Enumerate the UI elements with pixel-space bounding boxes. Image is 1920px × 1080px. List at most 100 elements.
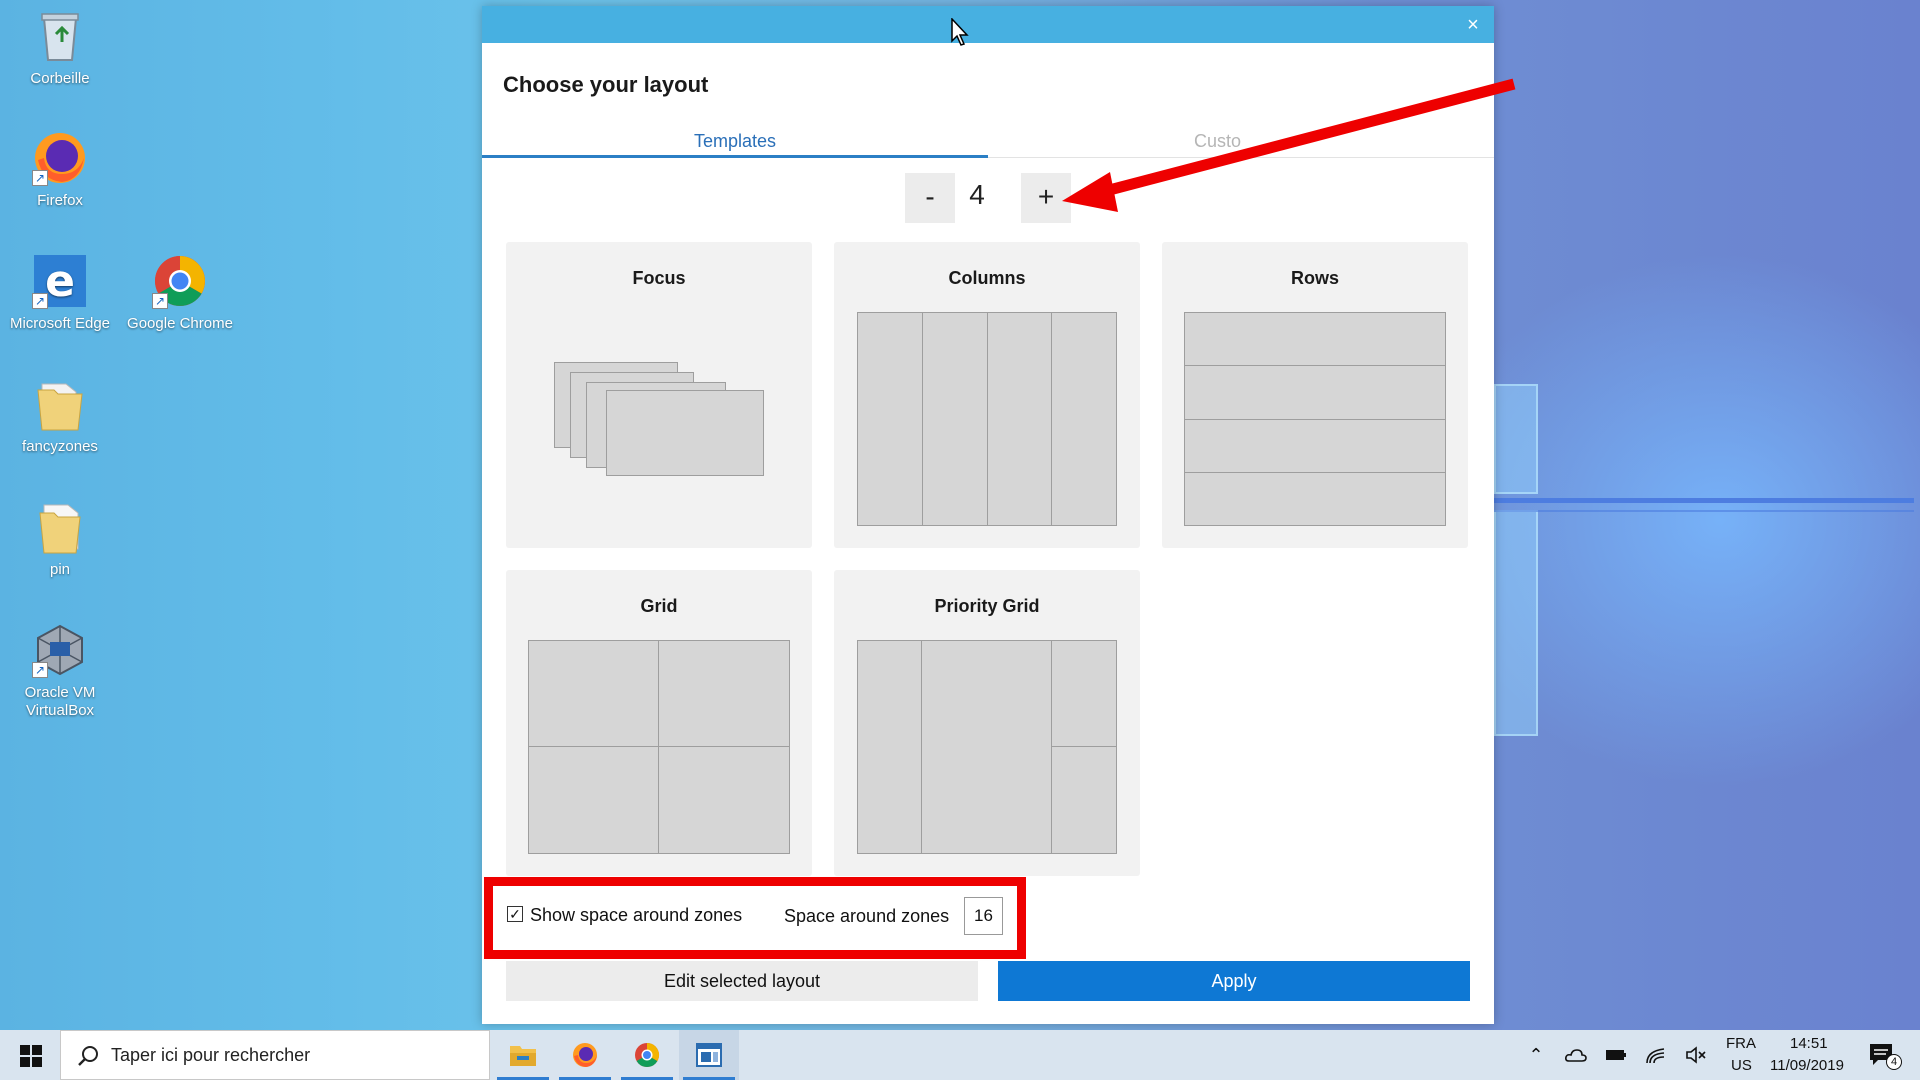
priority-grid-zone xyxy=(922,641,1052,853)
windows-logo-pane xyxy=(1494,510,1538,736)
clock-date[interactable]: 11/09/2019 xyxy=(1770,1057,1844,1074)
taskbar-app-fancyzones-editor[interactable] xyxy=(679,1030,739,1080)
windows-start-icon xyxy=(20,1045,42,1067)
priority-grid-zone xyxy=(1052,747,1116,853)
desktop-icon-label: fancyzones xyxy=(22,438,98,455)
desktop-icon-label: Corbeille xyxy=(30,70,90,87)
virtualbox-icon: ↗ xyxy=(32,622,88,678)
edge-icon: e ↗ xyxy=(32,253,88,309)
template-card-columns[interactable]: Columns xyxy=(834,242,1140,548)
template-card-focus[interactable]: Focus xyxy=(506,242,812,548)
show-space-checkbox[interactable]: ✓ xyxy=(507,906,523,922)
priority-grid-zone xyxy=(1052,641,1116,747)
onedrive-icon[interactable] xyxy=(1564,1043,1588,1067)
desktop-icon-label: pin xyxy=(49,561,71,578)
template-title: Priority Grid xyxy=(934,596,1040,616)
row-zone xyxy=(1185,366,1445,420)
taskbar: Taper ici pour rechercher ⌃ FRA US 14:51… xyxy=(0,1030,1920,1080)
priority-grid-preview xyxy=(857,640,1117,854)
action-center-button[interactable]: 4 xyxy=(1866,1040,1906,1072)
rows-preview xyxy=(1184,312,1446,526)
row-zone xyxy=(1185,313,1445,367)
mouse-cursor-icon xyxy=(951,18,969,46)
priority-grid-zone xyxy=(858,641,922,853)
taskbar-app-chrome[interactable] xyxy=(617,1030,677,1080)
chrome-icon: ↗ xyxy=(152,253,208,309)
taskbar-app-firefox[interactable] xyxy=(555,1030,615,1080)
desktop-icon-edge[interactable]: e ↗ Microsoft Edge xyxy=(5,253,115,333)
desktop-icon-label: Microsoft Edge xyxy=(9,315,111,332)
space-around-zones-label: Space around zones xyxy=(784,906,950,926)
zone-count-decrement-button[interactable]: - xyxy=(905,173,955,223)
svg-text:e: e xyxy=(45,256,75,307)
shortcut-arrow-icon: ↗ xyxy=(32,170,48,186)
clock-time[interactable]: 14:51 xyxy=(1790,1035,1828,1052)
grid-zone xyxy=(659,747,789,853)
apply-button[interactable]: Apply xyxy=(998,961,1470,1001)
grid-preview xyxy=(528,640,790,854)
volume-muted-icon[interactable] xyxy=(1684,1043,1708,1067)
windows-logo-beam xyxy=(1494,498,1914,503)
show-hidden-icons-chevron-up-icon[interactable]: ⌃ xyxy=(1524,1043,1548,1067)
column-zone xyxy=(987,313,1053,525)
windows-logo-beam xyxy=(1494,510,1914,512)
windows-logo-pane xyxy=(1494,384,1538,494)
fancyzones-editor-icon xyxy=(696,1043,722,1067)
desktop-icon-label: Google Chrome xyxy=(127,315,233,332)
grid-zone xyxy=(529,641,659,747)
columns-preview xyxy=(857,312,1117,526)
taskbar-app-file-explorer[interactable] xyxy=(493,1030,553,1080)
file-explorer-icon xyxy=(510,1046,536,1066)
column-zone xyxy=(922,313,988,525)
folder-icon xyxy=(32,499,88,555)
row-zone xyxy=(1185,419,1445,473)
template-title: Columns xyxy=(948,268,1026,288)
tab-custom[interactable]: Custo xyxy=(988,124,1494,158)
template-card-rows[interactable]: Rows xyxy=(1162,242,1468,548)
zone-count-value: 4 xyxy=(969,179,985,210)
search-placeholder: Taper ici pour rechercher xyxy=(111,1045,311,1065)
template-title: Grid xyxy=(640,596,678,616)
desktop-icon-pin-folder[interactable]: pin xyxy=(5,499,115,579)
zone-count-increment-button[interactable]: + xyxy=(1021,173,1071,223)
desktop-icon-label: Firefox xyxy=(37,192,83,209)
network-icon[interactable] xyxy=(1644,1043,1668,1067)
dialog-title: Choose your layout xyxy=(503,72,709,97)
dialog-titlebar[interactable] xyxy=(482,6,1494,43)
start-button[interactable] xyxy=(0,1030,60,1080)
recycle-bin-icon xyxy=(32,8,88,64)
battery-icon[interactable] xyxy=(1604,1043,1628,1067)
show-space-label: Show space around zones xyxy=(530,905,743,925)
close-button[interactable]: × xyxy=(1460,12,1486,38)
space-around-zones-input[interactable] xyxy=(964,897,1003,935)
column-zone xyxy=(858,313,923,525)
shortcut-arrow-icon: ↗ xyxy=(32,662,48,678)
focus-zone xyxy=(606,390,764,476)
row-zone xyxy=(1185,472,1445,525)
layout-editor-dialog: × Choose your layout Templates Custo - 4… xyxy=(482,6,1494,1024)
folder-icon xyxy=(32,376,88,432)
desktop-icon-fancyzones-folder[interactable]: fancyzones xyxy=(5,376,115,456)
chrome-icon xyxy=(635,1043,660,1068)
template-card-priority-grid[interactable]: Priority Grid xyxy=(834,570,1140,876)
desktop-icon-firefox[interactable]: ↗ Firefox xyxy=(5,130,115,210)
desktop-icon-label: Oracle VM VirtualBox xyxy=(24,684,96,719)
template-card-grid[interactable]: Grid xyxy=(506,570,812,876)
firefox-icon xyxy=(573,1043,597,1067)
desktop-icon-chrome[interactable]: ↗ Google Chrome xyxy=(125,253,235,333)
search-icon xyxy=(78,1046,98,1066)
shortcut-arrow-icon: ↗ xyxy=(152,293,168,309)
template-title: Focus xyxy=(632,268,686,288)
grid-zone xyxy=(529,747,659,853)
desktop-icon-virtualbox[interactable]: ↗ Oracle VM VirtualBox xyxy=(5,622,115,720)
taskbar-search-box[interactable]: Taper ici pour rechercher xyxy=(60,1030,490,1080)
tab-templates[interactable]: Templates xyxy=(482,124,988,158)
desktop-icon-recycle-bin[interactable]: Corbeille xyxy=(5,8,115,88)
firefox-icon: ↗ xyxy=(32,130,88,186)
column-zone xyxy=(1052,313,1116,525)
grid-zone xyxy=(659,641,789,747)
edit-selected-layout-button[interactable]: Edit selected layout xyxy=(506,961,978,1001)
language-indicator-bottom[interactable]: US xyxy=(1731,1057,1752,1074)
language-indicator-top[interactable]: FRA xyxy=(1726,1035,1756,1052)
notification-count-badge: 4 xyxy=(1886,1054,1902,1070)
